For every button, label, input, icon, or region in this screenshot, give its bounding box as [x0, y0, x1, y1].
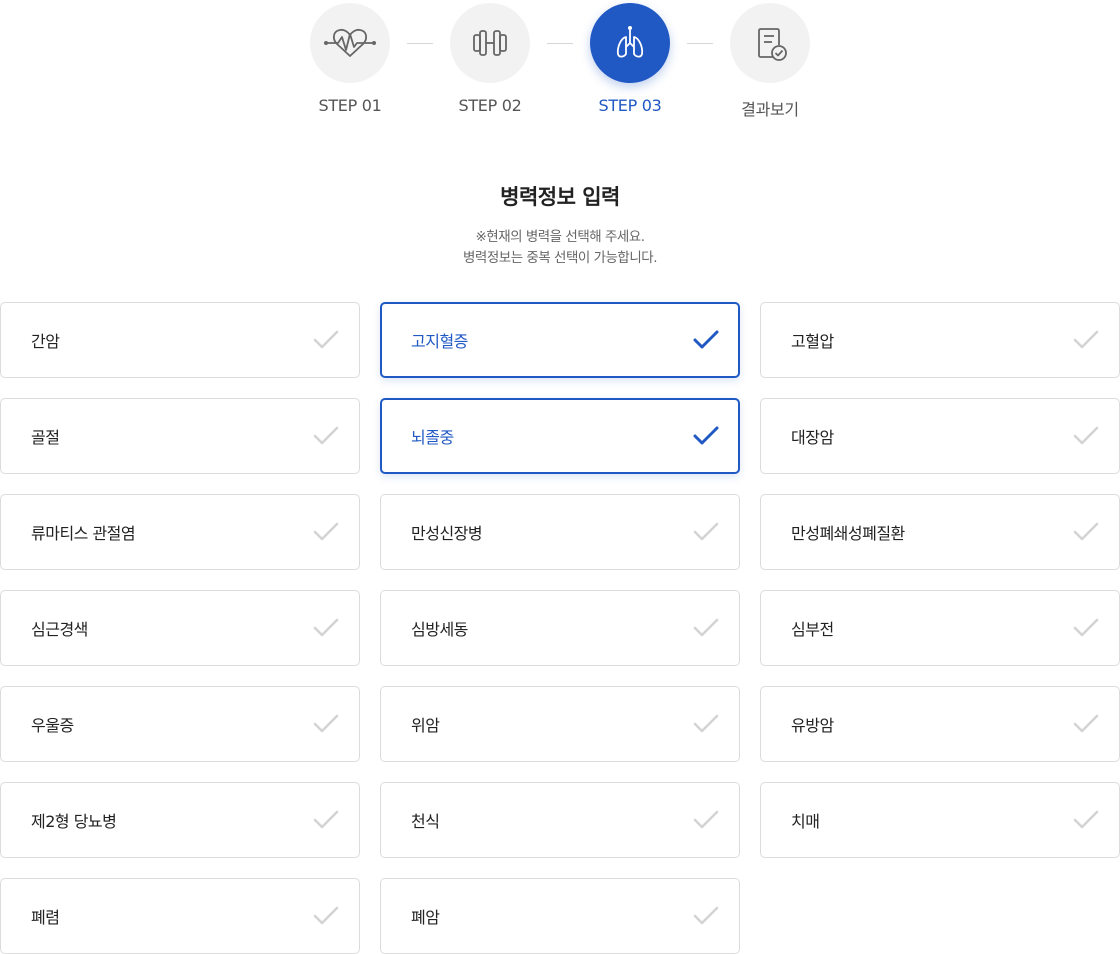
condition-option-fracture[interactable]: 골절 — [0, 398, 360, 474]
condition-option-type2-diabetes[interactable]: 제2형 당뇨병 — [0, 782, 360, 858]
check-icon — [693, 426, 719, 446]
condition-label: 골절 — [31, 428, 60, 447]
condition-option-rheumatoid-arthritis[interactable]: 류마티스 관절염 — [0, 494, 360, 570]
condition-option-colorectal-cancer[interactable]: 대장암 — [760, 398, 1120, 474]
page-description-line2: 병력정보는 중복 선택이 가능합니다. — [463, 250, 657, 266]
condition-label: 유방암 — [791, 716, 834, 735]
check-icon — [693, 906, 719, 926]
condition-label: 우울증 — [31, 716, 74, 735]
condition-label: 뇌졸중 — [411, 428, 454, 447]
check-icon — [1073, 810, 1099, 830]
heartbeat-icon — [324, 28, 376, 57]
step-02: STEP 02 — [450, 3, 530, 115]
dumbbell-icon — [473, 30, 507, 56]
condition-label: 고지혈증 — [411, 332, 468, 351]
condition-option-atrial-fibrillation[interactable]: 심방세동 — [380, 590, 740, 666]
condition-option-copd[interactable]: 만성폐쇄성폐질환 — [760, 494, 1120, 570]
check-icon — [313, 426, 339, 446]
condition-label: 폐암 — [411, 908, 440, 927]
condition-option-stroke[interactable]: 뇌졸중 — [380, 398, 740, 474]
condition-label: 만성폐쇄성폐질환 — [791, 524, 905, 543]
check-icon — [313, 522, 339, 542]
step-01-circle — [310, 3, 390, 83]
step-progress: STEP 01 STEP 02 STEP 03 결과보기 — [0, 0, 1120, 130]
check-icon — [1073, 426, 1099, 446]
check-icon — [1073, 714, 1099, 734]
step-02-circle — [450, 3, 530, 83]
condition-option-hyperlipidemia[interactable]: 고지혈증 — [380, 302, 740, 378]
condition-label: 심부전 — [791, 620, 834, 639]
check-icon — [693, 714, 719, 734]
check-icon — [1073, 330, 1099, 350]
check-icon — [313, 810, 339, 830]
step-connector — [547, 43, 573, 44]
condition-option-asthma[interactable]: 천식 — [380, 782, 740, 858]
condition-label: 대장암 — [791, 428, 834, 447]
condition-option-hypertension[interactable]: 고혈압 — [760, 302, 1120, 378]
condition-label: 심방세동 — [411, 620, 468, 639]
condition-option-lung-cancer[interactable]: 폐암 — [380, 878, 740, 954]
check-icon — [1073, 618, 1099, 638]
lungs-icon — [616, 26, 644, 58]
condition-option-liver-cancer[interactable]: 간암 — [0, 302, 360, 378]
step-connector — [407, 43, 433, 44]
step-result-label: 결과보기 — [741, 100, 799, 119]
condition-label: 천식 — [411, 812, 440, 831]
condition-option-stomach-cancer[interactable]: 위암 — [380, 686, 740, 762]
condition-label: 폐렴 — [31, 908, 60, 927]
check-icon — [313, 330, 339, 350]
check-icon — [1073, 522, 1099, 542]
step-01-label: STEP 01 — [318, 96, 382, 115]
condition-label: 위암 — [411, 716, 440, 735]
condition-label: 간암 — [31, 332, 60, 351]
condition-option-heart-failure[interactable]: 심부전 — [760, 590, 1120, 666]
step-connector — [687, 43, 713, 44]
page-title: 병력정보 입력 — [500, 185, 620, 209]
step-03: STEP 03 — [590, 3, 670, 115]
check-icon — [693, 810, 719, 830]
step-03-circle — [590, 3, 670, 83]
condition-option-chronic-kidney-disease[interactable]: 만성신장병 — [380, 494, 740, 570]
condition-option-myocardial-infarction[interactable]: 심근경색 — [0, 590, 360, 666]
step-03-label: STEP 03 — [598, 96, 662, 115]
condition-label: 치매 — [791, 812, 820, 831]
condition-label: 고혈압 — [791, 332, 834, 351]
condition-label: 심근경색 — [31, 620, 88, 639]
step-02-label: STEP 02 — [458, 96, 522, 115]
condition-label: 류마티스 관절염 — [31, 524, 136, 543]
check-icon — [693, 618, 719, 638]
check-icon — [313, 714, 339, 734]
step-01: STEP 01 — [310, 3, 390, 115]
check-icon — [313, 618, 339, 638]
condition-option-pneumonia[interactable]: 폐렴 — [0, 878, 360, 954]
check-icon — [313, 906, 339, 926]
page-description-line1: ※현재의 병력을 선택해 주세요. — [475, 229, 645, 245]
condition-option-breast-cancer[interactable]: 유방암 — [760, 686, 1120, 762]
step-result-circle — [730, 3, 810, 83]
condition-label: 제2형 당뇨병 — [31, 812, 117, 831]
step-result: 결과보기 — [730, 3, 810, 119]
condition-option-depression[interactable]: 우울증 — [0, 686, 360, 762]
condition-option-dementia[interactable]: 치매 — [760, 782, 1120, 858]
condition-label: 만성신장병 — [411, 524, 483, 543]
document-check-icon — [758, 28, 787, 61]
check-icon — [693, 522, 719, 542]
check-icon — [693, 330, 719, 350]
